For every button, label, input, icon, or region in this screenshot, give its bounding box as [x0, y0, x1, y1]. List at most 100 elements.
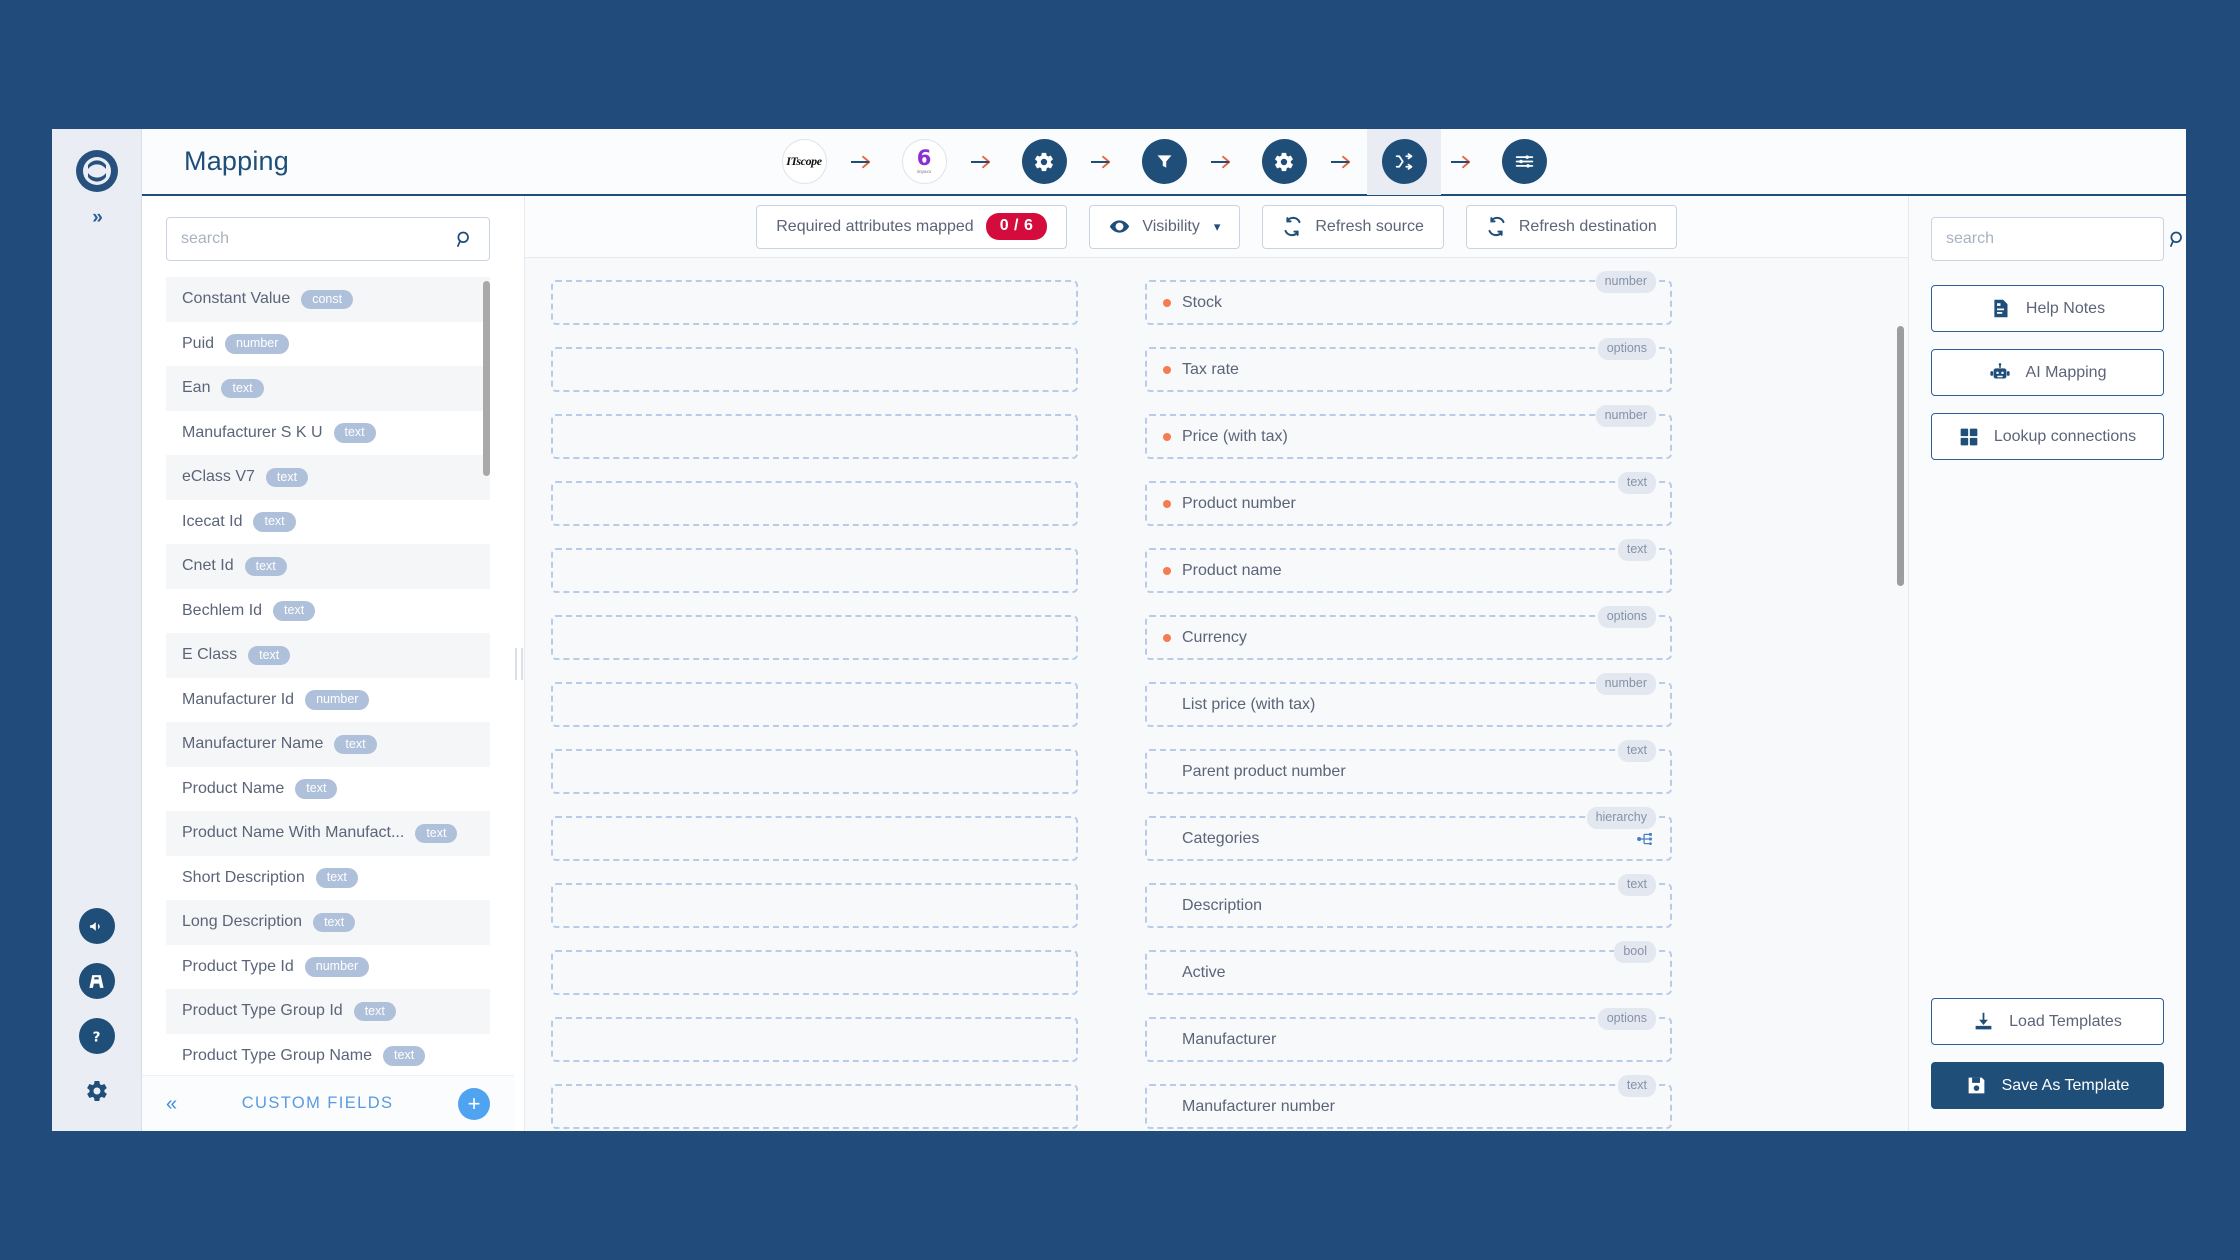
source-field-name: Manufacturer Id — [182, 690, 295, 708]
source-list-scrollbar[interactable] — [483, 281, 490, 476]
settings-icon[interactable] — [79, 1073, 115, 1109]
mapping-source-dropzone[interactable] — [551, 280, 1078, 325]
mapping-source-dropzone[interactable] — [551, 615, 1078, 660]
mapping-source-dropzone[interactable] — [551, 1084, 1078, 1129]
source-field-row[interactable]: Product Name text — [166, 767, 490, 812]
mapping-source-dropzone[interactable] — [551, 481, 1078, 526]
roadmap-icon[interactable] — [78, 963, 115, 999]
expand-rail-button[interactable]: » — [92, 207, 102, 229]
mapping-source-dropzone[interactable] — [551, 1017, 1078, 1062]
source-field-row[interactable]: Product Type Group Name text — [166, 1034, 490, 1076]
announcements-icon[interactable] — [78, 908, 115, 944]
panel-splitter-handle[interactable] — [514, 196, 524, 1131]
mapping-destination-field[interactable]: List price (with tax) number — [1145, 673, 1672, 727]
source-field-type-badge: text — [295, 779, 338, 799]
mapping-scroll-region[interactable]: Stock number Tax rate options Price (with ta… — [525, 258, 1908, 1131]
load-templates-button[interactable]: Load Templates — [1931, 998, 2164, 1045]
mapping-source-dropzone[interactable] — [551, 414, 1078, 459]
source-field-row[interactable]: E Class text — [166, 633, 490, 678]
step-options[interactable] — [1487, 129, 1561, 195]
source-field-row[interactable]: Manufacturer Name text — [166, 722, 490, 767]
mapping-destination-field[interactable]: Description text — [1145, 874, 1672, 928]
source-field-type-badge: text — [273, 601, 316, 621]
source-search-wrap — [142, 196, 514, 277]
source-field-row[interactable]: Short Description text — [166, 856, 490, 901]
source-search-box[interactable] — [166, 217, 490, 261]
mapping-destination-column: Stock number Tax rate options Price (with ta… — [1145, 271, 1672, 1129]
hierarchy-icon[interactable] — [1637, 830, 1654, 847]
lookup-connections-button[interactable]: Lookup connections — [1931, 413, 2164, 460]
source-field-row[interactable]: Ean text — [166, 366, 490, 411]
mapping-source-dropzone[interactable] — [551, 883, 1078, 928]
mapping-scrollbar[interactable] — [1897, 326, 1904, 586]
help-icon[interactable]: ? — [78, 1018, 115, 1054]
app-logo[interactable] — [71, 145, 123, 197]
tools-search-input[interactable] — [1932, 218, 2167, 260]
mapping-destination-field[interactable]: Manufacturer options — [1145, 1008, 1672, 1062]
save-as-template-button[interactable]: Save As Template — [1931, 1062, 2164, 1109]
add-custom-field-button[interactable]: + — [458, 1087, 490, 1120]
six-logo-sub: impaxo — [916, 169, 932, 175]
source-field-row[interactable]: Constant Value const — [166, 277, 490, 322]
source-field-row[interactable]: eClass V7 text — [166, 455, 490, 500]
search-icon[interactable] — [2167, 229, 2186, 250]
source-field-list[interactable]: Constant Value const Puid number Ean text Manu… — [166, 277, 490, 1075]
source-field-name: Product Type Group Name — [182, 1046, 373, 1064]
mapping-destination-field[interactable]: Stock number — [1145, 271, 1672, 325]
source-field-row[interactable]: Product Name With Manufact... text — [166, 811, 490, 856]
mapping-source-dropzone[interactable] — [551, 682, 1078, 727]
save-icon — [1966, 1075, 1987, 1096]
required-attributes-badge: 0 / 6 — [985, 213, 1048, 240]
source-field-type-badge: text — [383, 1046, 426, 1066]
step-six[interactable]: 6 impaxo — [887, 129, 961, 195]
source-field-name: Ean — [182, 379, 211, 397]
help-notes-button[interactable]: Help Notes — [1931, 285, 2164, 332]
required-attributes-label: Required attributes mapped — [776, 217, 974, 235]
source-search-input[interactable] — [167, 218, 454, 260]
source-field-row[interactable]: Product Type Id number — [166, 945, 490, 990]
mapping-destination-field[interactable]: Active bool — [1145, 941, 1672, 995]
source-field-row[interactable]: Long Description text — [166, 900, 490, 945]
mapping-destination-field[interactable]: Product name text — [1145, 539, 1672, 593]
source-field-row[interactable]: Icecat Id text — [166, 500, 490, 545]
mapping-source-dropzone[interactable] — [551, 347, 1078, 392]
source-field-row[interactable]: Puid number — [166, 322, 490, 367]
help-notes-label: Help Notes — [2025, 299, 2106, 317]
pipeline-arrow-icon — [1441, 155, 1487, 169]
step-settings-2[interactable] — [1247, 129, 1321, 195]
search-icon[interactable] — [454, 229, 489, 250]
step-settings-1[interactable] — [1007, 129, 1081, 195]
refresh-source-button[interactable]: Refresh source — [1262, 204, 1444, 249]
source-field-row[interactable]: Product Type Group Id text — [166, 989, 490, 1034]
step-filter[interactable] — [1127, 129, 1201, 195]
mapping-destination-field[interactable]: Tax rate options — [1145, 338, 1672, 392]
mapping-destination-field[interactable]: Price (with tax) number — [1145, 405, 1672, 459]
destination-field-name: Active — [1182, 963, 1226, 981]
source-field-name: Bechlem Id — [182, 601, 263, 619]
mapping-source-dropzone[interactable] — [551, 749, 1078, 794]
mapping-source-dropzone[interactable] — [551, 816, 1078, 861]
chevron-down-icon: ▾ — [1213, 218, 1221, 234]
mapping-destination-field[interactable]: Manufacturer number text — [1145, 1075, 1672, 1129]
step-mapping[interactable] — [1367, 129, 1441, 195]
mapping-destination-field[interactable]: Product number text — [1145, 472, 1672, 526]
source-field-row[interactable]: Manufacturer S K U text — [166, 411, 490, 456]
collapse-chevron-up-icon[interactable]: « — [166, 1094, 177, 1114]
refresh-destination-button[interactable]: Refresh destination — [1465, 204, 1677, 249]
source-field-name: E Class — [182, 646, 238, 664]
source-field-row[interactable]: Bechlem Id text — [166, 589, 490, 634]
destination-type-tag: number — [1595, 673, 1656, 695]
page-title: Mapping — [184, 146, 289, 176]
source-field-row[interactable]: Cnet Id text — [166, 544, 490, 589]
mapping-source-dropzone[interactable] — [551, 950, 1078, 995]
tools-search-box[interactable] — [1931, 217, 2182, 261]
step-itscope[interactable]: ITscope — [767, 129, 841, 195]
ai-mapping-button[interactable]: AI Mapping — [1931, 349, 2164, 396]
shuffle-icon — [1381, 139, 1427, 184]
mapping-destination-field[interactable]: Parent product number text — [1145, 740, 1672, 794]
visibility-dropdown[interactable]: Visibility ▾ — [1089, 204, 1241, 249]
source-field-row[interactable]: Manufacturer Id number — [166, 678, 490, 723]
mapping-destination-field[interactable]: Currency options — [1145, 606, 1672, 660]
mapping-destination-field[interactable]: Categories hierarchy — [1145, 807, 1672, 861]
mapping-source-dropzone[interactable] — [551, 548, 1078, 593]
